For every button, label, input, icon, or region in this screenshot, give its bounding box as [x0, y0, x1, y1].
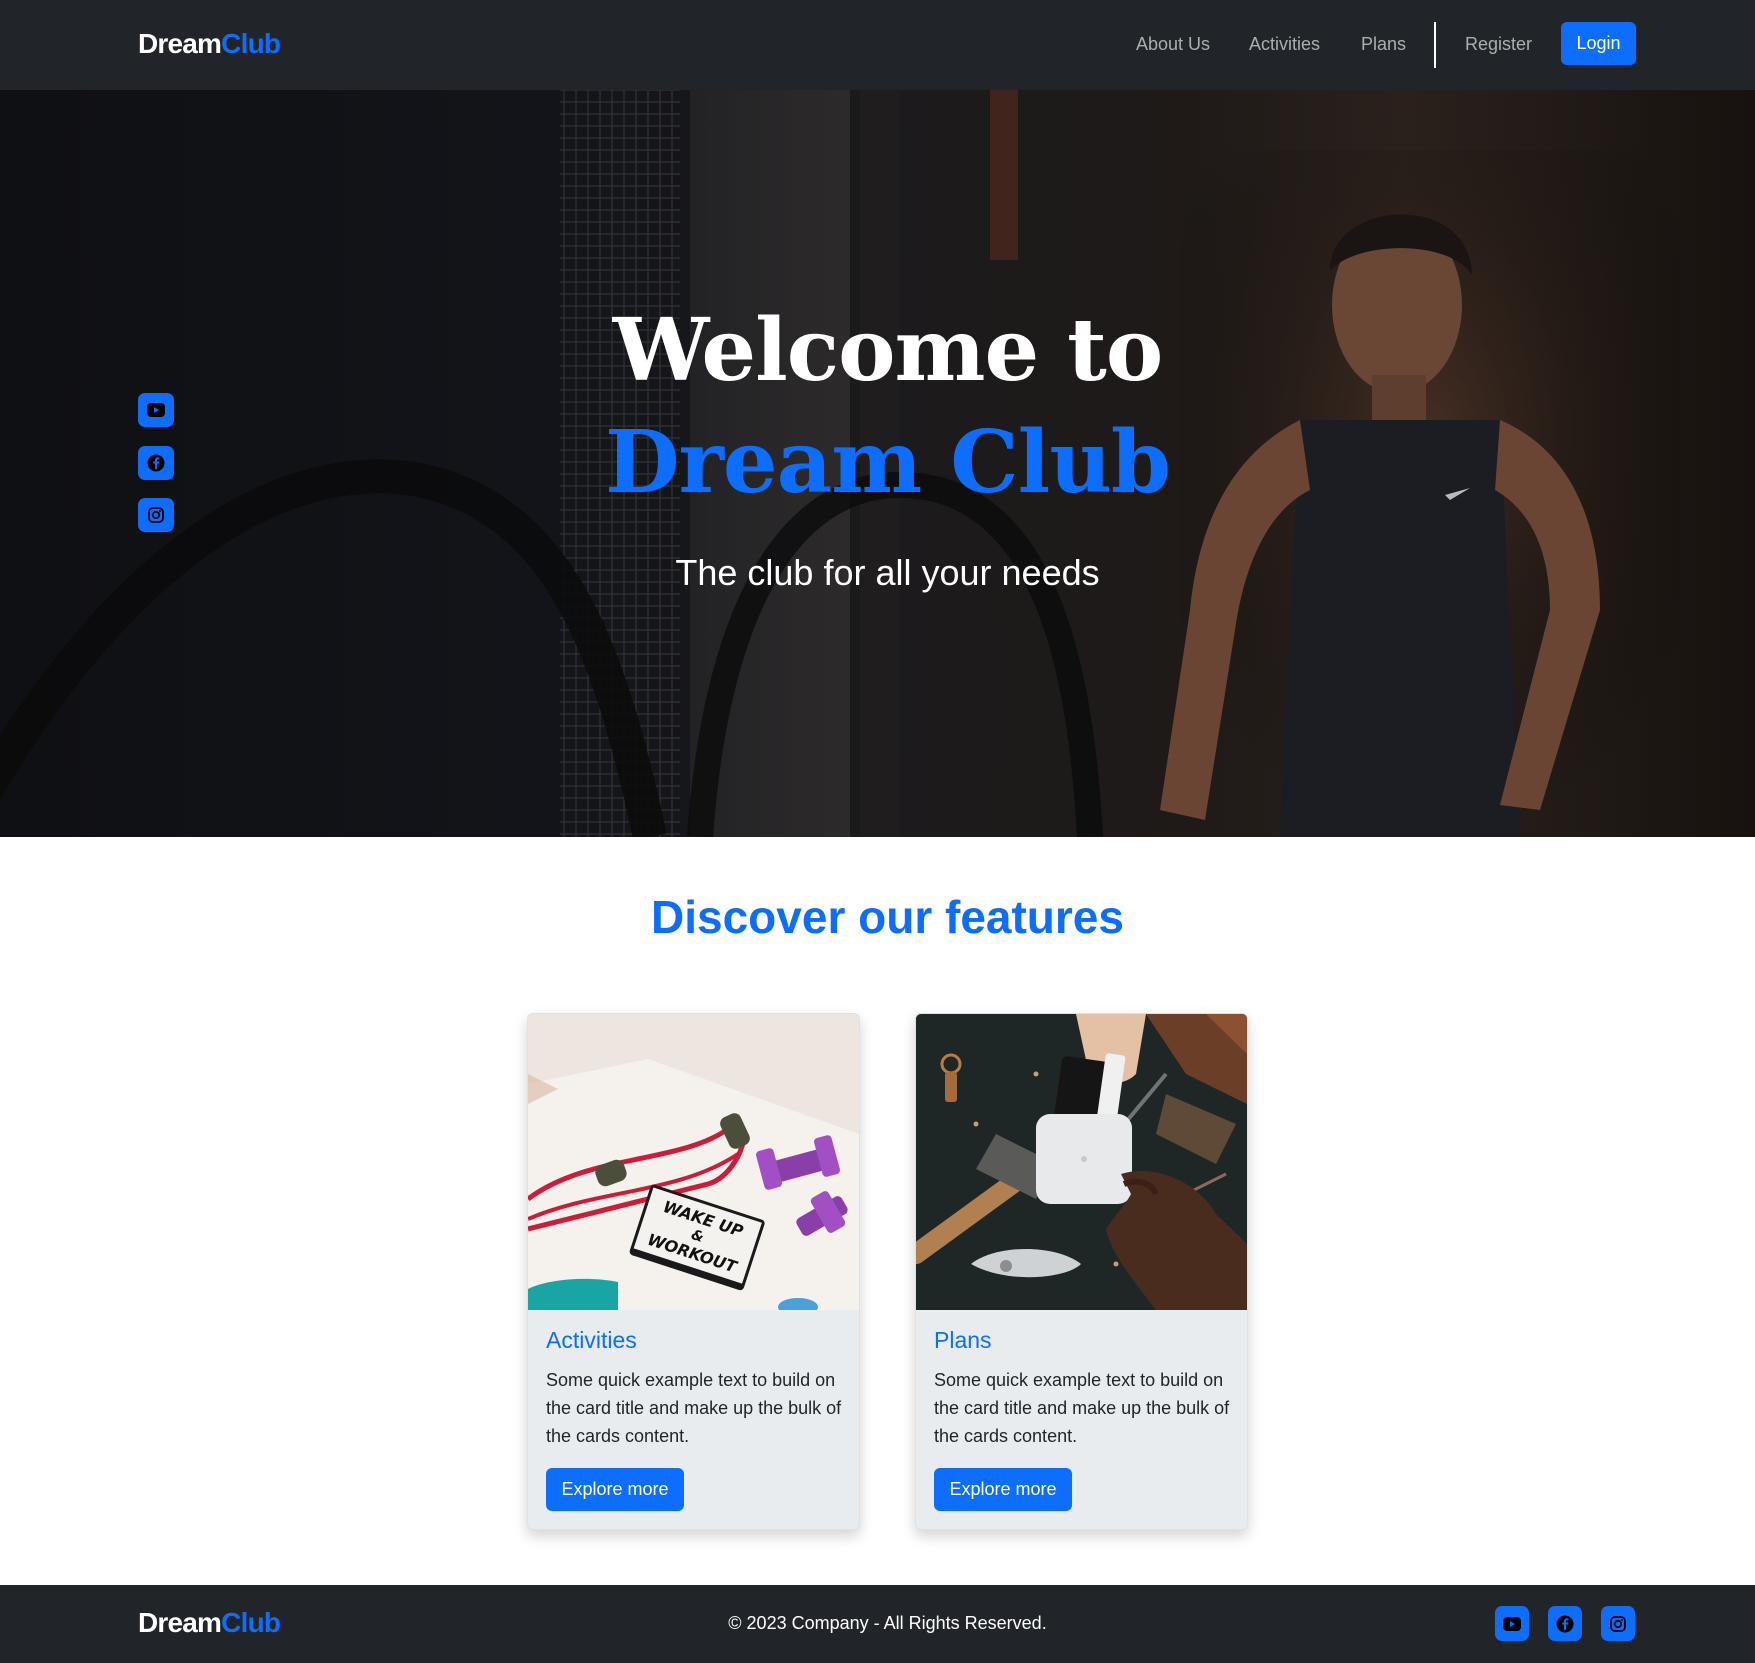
card-payment-image	[916, 1014, 1247, 1310]
card-title-activities: Activities	[546, 1327, 637, 1353]
feature-card-activities: WAKE UP & WORKOUT Activities Some quick …	[527, 1013, 860, 1530]
brand-logo[interactable]: DreamClub	[138, 28, 281, 60]
explore-more-button-activities[interactable]: Explore more	[546, 1468, 684, 1511]
card-image-activities: WAKE UP & WORKOUT	[528, 1014, 859, 1310]
hero-title-line2: Dream Club	[604, 412, 1171, 513]
footer-instagram-button[interactable]	[1601, 1606, 1635, 1641]
facebook-icon	[1556, 1615, 1574, 1632]
card-image-plans	[916, 1014, 1247, 1310]
brand-logo-part1: Dream	[138, 28, 222, 59]
instagram-icon	[1610, 1615, 1626, 1632]
footer-youtube-button[interactable]	[1495, 1606, 1529, 1641]
footer-facebook-button[interactable]	[1548, 1606, 1582, 1641]
card-text-plans: Some quick example text to build on the …	[934, 1370, 1230, 1446]
nav-link-register[interactable]: Register	[1465, 34, 1532, 55]
brand-logo-part2: Club	[221, 28, 281, 59]
login-button[interactable]: Login	[1561, 22, 1636, 65]
explore-more-button-plans[interactable]: Explore more	[934, 1468, 1072, 1511]
nav-link-activities[interactable]: Activities	[1249, 34, 1320, 55]
navbar: DreamClub About Us Activities Plans Regi…	[0, 0, 1755, 90]
workout-equipment-image: WAKE UP & WORKOUT	[528, 1014, 859, 1310]
copyright-text: © 2023 Company - All Rights Reserved.	[728, 1613, 1047, 1633]
hero-title: Welcome to Dream Club	[0, 295, 1755, 519]
features-title: Discover our features	[651, 891, 1124, 943]
nav-divider	[1434, 22, 1436, 68]
hero-section: Welcome to Dream Club The club for all y…	[0, 90, 1755, 837]
nav-link-about-us[interactable]: About Us	[1136, 34, 1210, 55]
footer: DreamClub © 2023 Company - All Rights Re…	[0, 1585, 1755, 1663]
feature-card-plans: Plans Some quick example text to build o…	[915, 1013, 1248, 1530]
hero-title-line1: Welcome to	[612, 300, 1163, 401]
card-title-plans: Plans	[934, 1327, 992, 1353]
nav-link-plans[interactable]: Plans	[1361, 34, 1406, 55]
card-text-activities: Some quick example text to build on the …	[546, 1370, 842, 1446]
youtube-icon	[1503, 1616, 1521, 1631]
hero-subtitle: The club for all your needs	[675, 552, 1100, 593]
